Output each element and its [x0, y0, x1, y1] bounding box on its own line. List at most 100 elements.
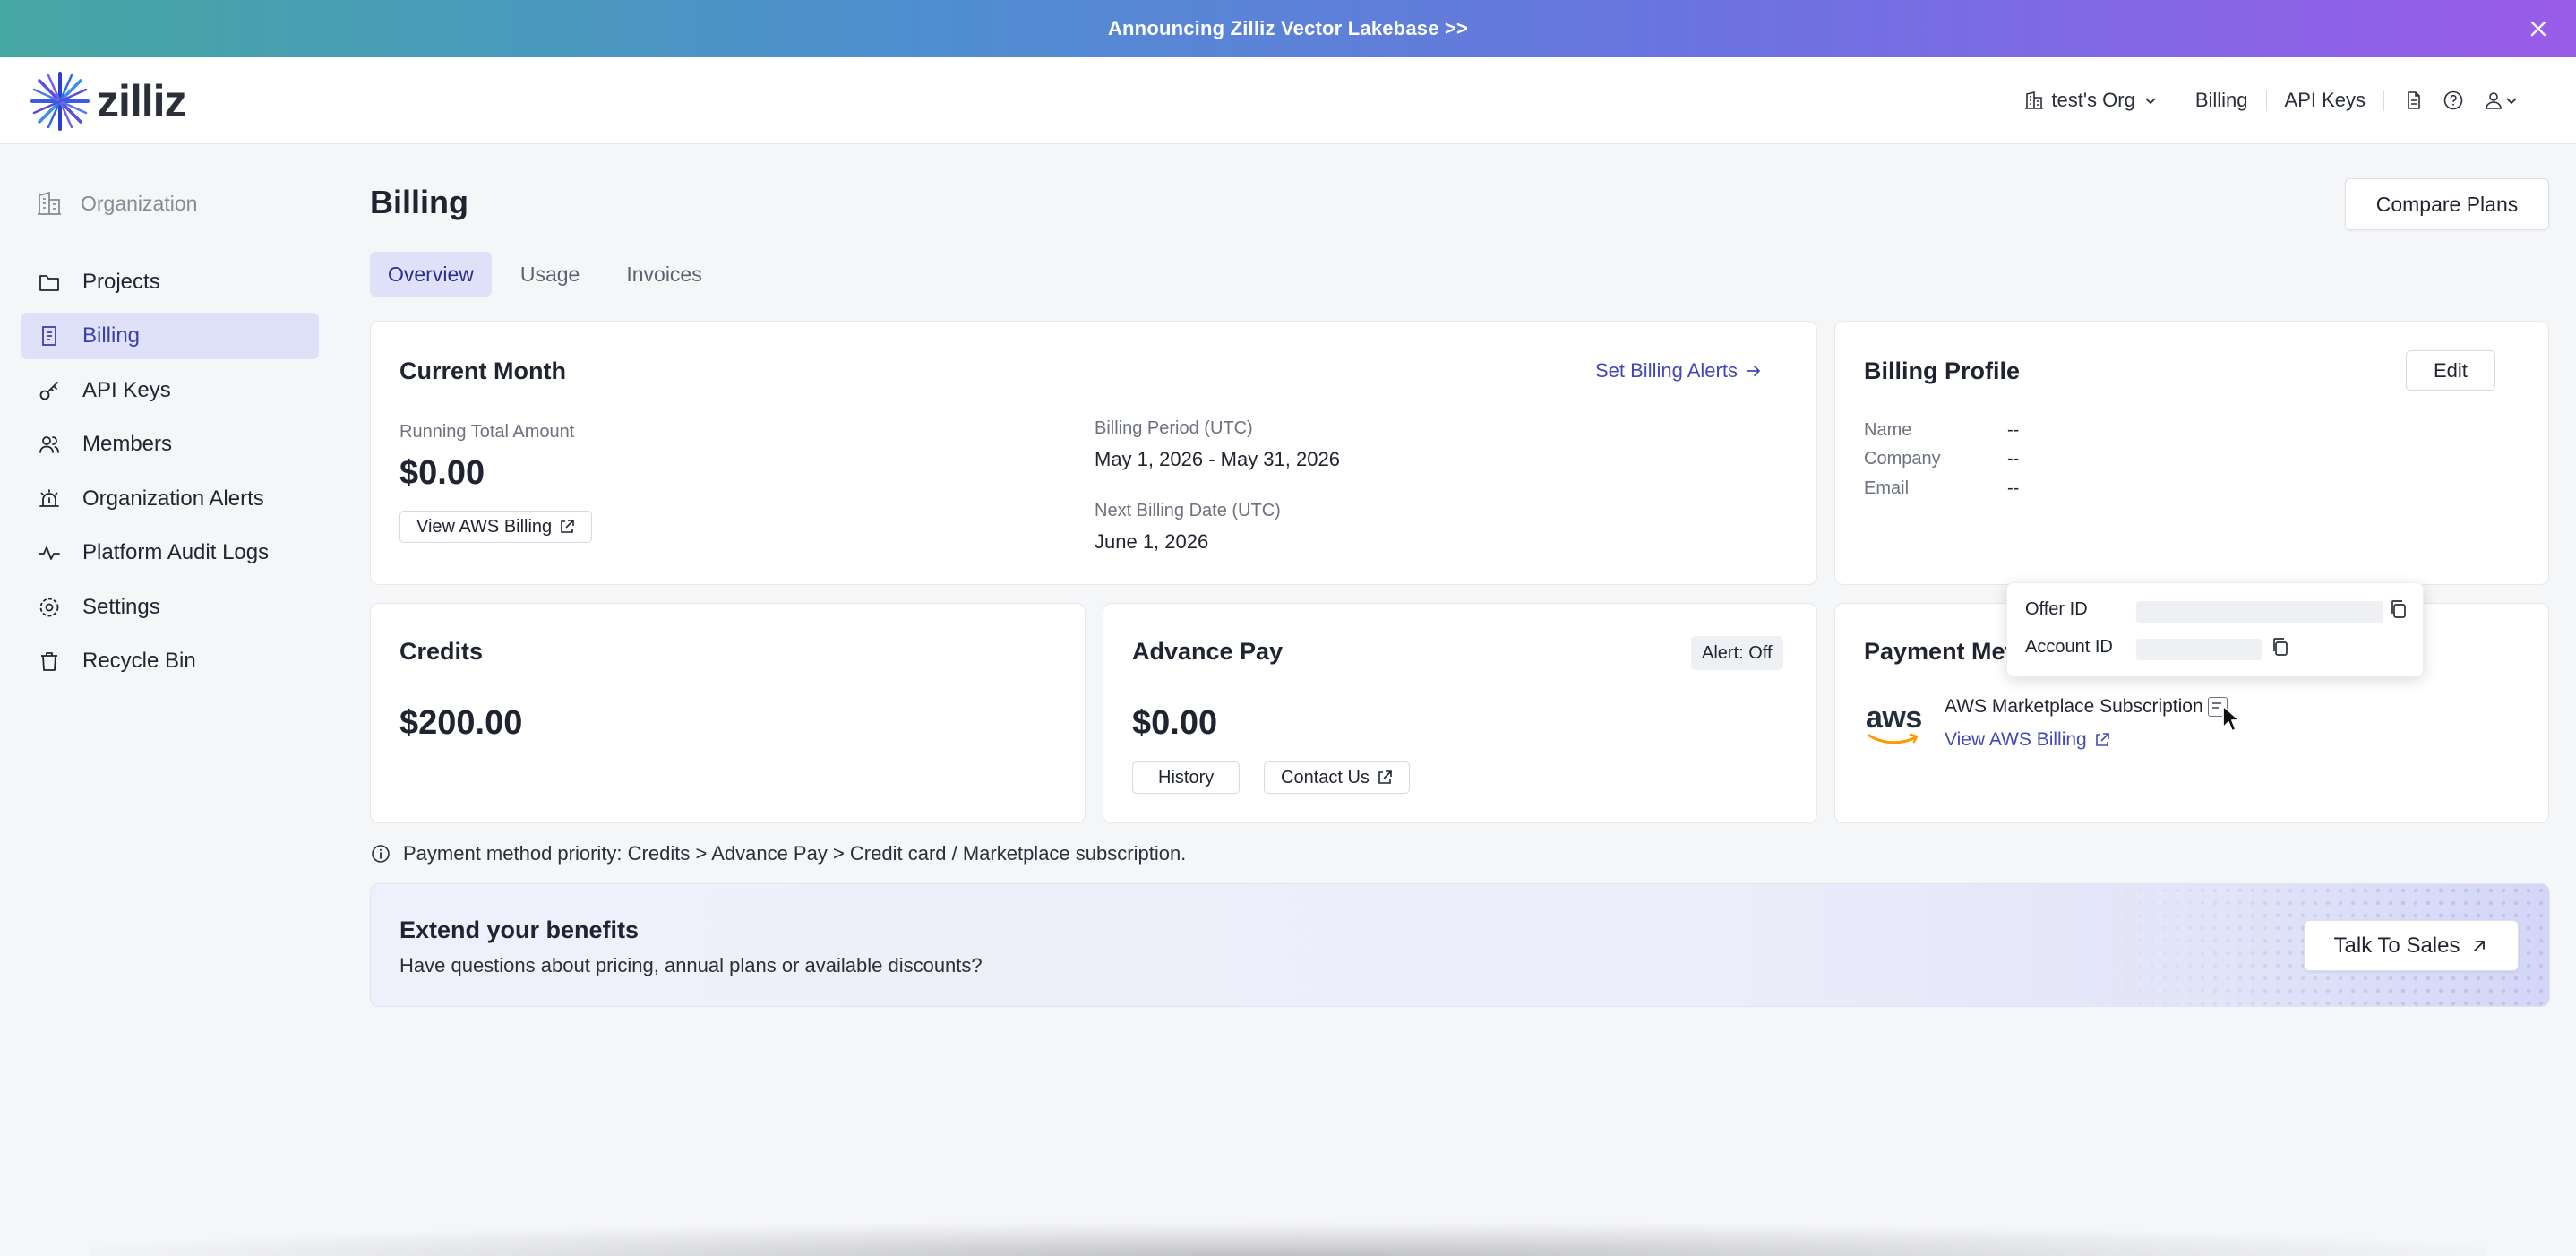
alert-status-badge[interactable]: Alert: Off: [1691, 636, 1783, 670]
tab-overview[interactable]: Overview: [370, 252, 492, 297]
sidebar-item-label: API Keys: [82, 378, 171, 402]
external-link-icon: [2095, 733, 2109, 746]
sidebar: Organization Projects Billing API Keys M…: [0, 145, 340, 1256]
aws-subscription-name: AWS Marketplace Subscription: [1945, 696, 2203, 717]
account-id-label: Account ID: [2025, 637, 2113, 657]
sidebar-item-label: Organization Alerts: [82, 486, 264, 511]
aws-logo: aws: [1866, 702, 1923, 749]
sidebar-item-platform-audit-logs[interactable]: Platform Audit Logs: [21, 529, 319, 576]
org-switcher[interactable]: test's Org: [2024, 89, 2158, 112]
header-api-keys-link[interactable]: API Keys: [2285, 89, 2366, 112]
company-label: Company: [1864, 449, 1941, 469]
close-icon[interactable]: [2526, 16, 2551, 41]
activity-icon: [39, 546, 60, 560]
docs-icon[interactable]: [2402, 89, 2426, 112]
copy-account-id-icon[interactable]: [2269, 635, 2292, 663]
next-billing-value: June 1, 2026: [1095, 530, 1209, 553]
current-month-title: Current Month: [399, 357, 566, 384]
sidebar-item-settings[interactable]: Settings: [21, 584, 319, 631]
set-billing-alerts-link[interactable]: Set Billing Alerts: [1595, 359, 1763, 383]
sidebar-item-label: Settings: [82, 595, 160, 619]
info-icon: [372, 845, 390, 863]
trash-icon: [41, 652, 57, 671]
set-billing-alerts-label: Set Billing Alerts: [1595, 359, 1738, 382]
aws-smile-icon: [1868, 733, 1919, 744]
payment-priority-text: Payment method priority: Credits > Advan…: [403, 842, 1187, 865]
zilliz-star-icon: [30, 72, 90, 131]
sidebar-item-label: Platform Audit Logs: [82, 540, 270, 564]
mouse-cursor-icon: [2222, 705, 2240, 732]
current-month-card: Current Month Set Billing Alerts Running…: [370, 321, 1817, 585]
sidebar-item-billing[interactable]: Billing: [21, 313, 319, 359]
zilliz-logo[interactable]: zilliz: [30, 72, 187, 131]
header-divider: [2383, 90, 2384, 111]
extend-benefits-banner: Extend your benefits Have questions abou…: [370, 883, 2550, 1007]
tab-invoices[interactable]: Invoices: [608, 252, 719, 297]
contact-us-button[interactable]: Contact Us: [1264, 761, 1410, 794]
copy-offer-id-icon[interactable]: [2387, 598, 2410, 625]
sidebar-item-members[interactable]: Members: [21, 421, 319, 468]
payment-view-aws-billing-label: View AWS Billing: [1945, 729, 2087, 750]
talk-to-sales-label: Talk To Sales: [2333, 933, 2460, 958]
offer-id-label: Offer ID: [2025, 599, 2088, 619]
payment-priority-note: Payment method priority: Credits > Advan…: [371, 842, 1186, 865]
user-icon: [2486, 92, 2502, 109]
building-icon: [38, 191, 61, 215]
billing-profile-card: Billing Profile Edit Name -- Company -- …: [1834, 321, 2549, 585]
view-aws-billing-label: View AWS Billing: [416, 516, 553, 537]
arrow-up-right-icon: [2474, 940, 2486, 951]
name-value: --: [2007, 420, 2020, 440]
chevron-down-icon: [2145, 98, 2156, 105]
external-link-icon: [561, 520, 574, 533]
sidebar-item-label: Recycle Bin: [82, 649, 196, 673]
talk-to-sales-button[interactable]: Talk To Sales: [2304, 920, 2519, 971]
header-billing-link[interactable]: Billing: [2195, 89, 2248, 112]
folder-icon: [39, 275, 59, 291]
building-icon: [2025, 90, 2044, 109]
advance-pay-card: Advance Pay Alert: Off $0.00 History Con…: [1103, 603, 1817, 823]
history-button[interactable]: History: [1132, 761, 1241, 794]
announcement-banner[interactable]: Announcing Zilliz Vector Lakebase >>: [0, 0, 2576, 57]
announcement-text[interactable]: Announcing Zilliz Vector Lakebase >>: [1108, 17, 1468, 40]
gear-icon: [39, 598, 59, 617]
sidebar-item-projects[interactable]: Projects: [21, 259, 319, 305]
sidebar-item-api-keys[interactable]: API Keys: [21, 367, 319, 414]
credits-card: Credits $200.00: [370, 603, 1086, 823]
benefits-title: Extend your benefits: [399, 916, 640, 943]
offer-id-value: [2136, 601, 2383, 623]
sidebar-org-label: Organization: [81, 191, 198, 215]
billing-profile-title: Billing Profile: [1864, 357, 2021, 384]
sidebar-item-label: Members: [82, 432, 173, 456]
compare-plans-button[interactable]: Compare Plans: [2345, 178, 2549, 230]
sidebar-item-organization-alerts[interactable]: Organization Alerts: [21, 476, 319, 522]
sidebar-org-header: Organization: [36, 190, 197, 217]
billing-period-value: May 1, 2026 - May 31, 2026: [1095, 448, 1340, 470]
edit-profile-button[interactable]: Edit: [2406, 350, 2495, 391]
header-divider: [2265, 90, 2267, 111]
running-total-label: Running Total Amount: [399, 422, 575, 442]
org-name: test's Org: [2051, 89, 2135, 111]
sidebar-item-recycle-bin[interactable]: Recycle Bin: [21, 638, 319, 684]
arrow-right-icon: [1747, 366, 1761, 376]
account-id-value: [2136, 639, 2262, 660]
page-title: Billing: [370, 184, 468, 220]
billing-tabs: Overview Usage Invoices: [370, 252, 720, 297]
help-icon[interactable]: [2442, 89, 2465, 112]
payment-view-aws-billing-link[interactable]: View AWS Billing: [1945, 729, 2110, 751]
name-label: Name: [1864, 420, 1912, 440]
top-header: zilliz test's Org Billing API Keys: [0, 57, 2576, 144]
chevron-down-icon: [2506, 98, 2517, 105]
billing-period-label: Billing Period (UTC): [1095, 418, 1253, 438]
sidebar-item-label: Billing: [82, 323, 141, 348]
user-menu[interactable]: [2481, 89, 2522, 112]
view-aws-billing-button[interactable]: View AWS Billing: [399, 511, 593, 543]
tab-usage[interactable]: Usage: [502, 252, 597, 297]
credits-amount: $200.00: [399, 704, 523, 742]
advance-pay-title: Advance Pay: [1132, 638, 1284, 665]
credits-title: Credits: [399, 638, 484, 665]
payment-method-title: Payment Met: [1864, 638, 2014, 665]
window-bottom-shadow: [90, 1223, 2486, 1256]
subscription-details-popover: Offer ID Account ID: [2006, 582, 2424, 677]
contact-us-label: Contact Us: [1281, 767, 1370, 787]
logo-text: zilliz: [97, 76, 187, 126]
